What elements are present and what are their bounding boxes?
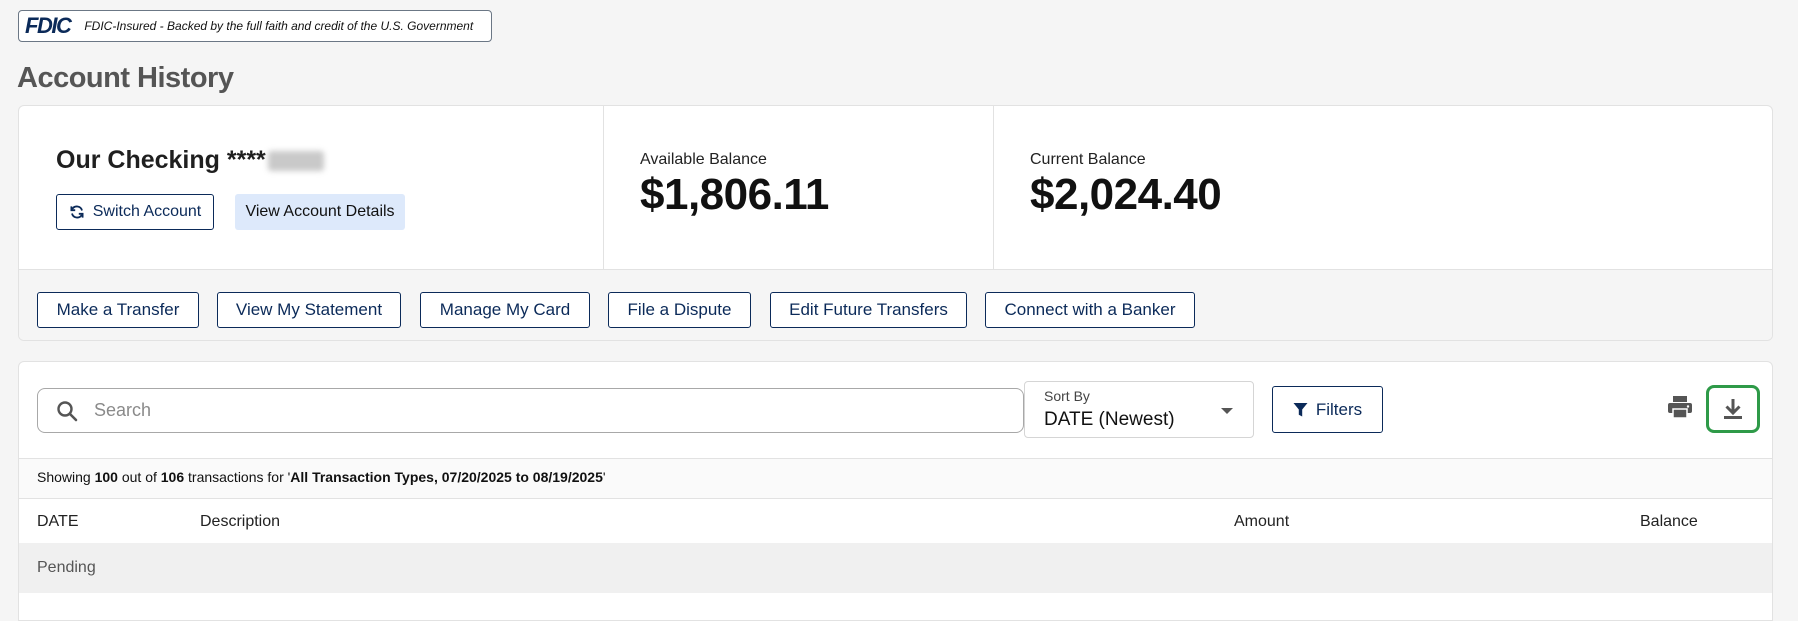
download-icon	[1724, 399, 1742, 419]
switch-account-label: Switch Account	[92, 203, 202, 220]
masked-account-number	[267, 151, 324, 172]
sort-select[interactable]: Sort By DATE (Newest)	[1024, 381, 1254, 438]
refresh-icon	[70, 205, 84, 219]
search-input[interactable]	[92, 399, 976, 422]
account-summary-card: Our Checking **** Switch Account View Ac…	[18, 105, 1773, 341]
make-transfer-button[interactable]: Make a Transfer	[37, 292, 199, 328]
summary-mid1: out of	[117, 469, 161, 485]
results-summary-row: Showing 100 out of 106 transactions for …	[19, 458, 1772, 499]
current-balance-label: Current Balance	[1030, 151, 1146, 168]
account-summary-top: Our Checking **** Switch Account View Ac…	[19, 106, 1772, 269]
search-icon	[57, 400, 78, 421]
filter-icon	[1293, 402, 1308, 416]
available-balance-value: $1,806.11	[640, 170, 829, 219]
summary-criteria: All Transaction Types, 07/20/2025 to 08/…	[290, 469, 603, 485]
caret-down-icon	[1221, 408, 1233, 414]
account-name-text: Our Checking ****	[56, 146, 266, 174]
pending-group-row: Pending	[19, 543, 1772, 593]
column-divider	[993, 106, 994, 269]
sort-label: Sort By	[1044, 388, 1090, 404]
print-button[interactable]	[1667, 395, 1693, 424]
pending-group-label: Pending	[37, 559, 96, 576]
column-header-balance[interactable]: Balance	[1640, 513, 1698, 531]
results-summary: Showing 100 out of 106 transactions for …	[37, 469, 606, 485]
column-header-description[interactable]: Description	[200, 513, 280, 531]
fdic-banner: FDIC FDIC-Insured - Backed by the full f…	[18, 10, 492, 42]
download-button[interactable]	[1706, 385, 1760, 433]
account-name: Our Checking ****	[56, 146, 324, 175]
fdic-text: FDIC-Insured - Backed by the full faith …	[84, 19, 474, 33]
printer-icon	[1668, 396, 1692, 419]
column-header-date[interactable]: DATE	[37, 513, 78, 531]
available-balance-label: Available Balance	[640, 151, 767, 168]
view-account-details-button[interactable]: View Account Details	[235, 194, 405, 230]
connect-banker-button[interactable]: Connect with a Banker	[985, 292, 1195, 328]
summary-suffix: '	[602, 469, 606, 485]
manage-card-button[interactable]: Manage My Card	[420, 292, 590, 328]
file-dispute-button[interactable]: File a Dispute	[608, 292, 751, 328]
fdic-logo: FDIC	[25, 13, 72, 38]
column-header-amount[interactable]: Amount	[1234, 513, 1289, 531]
transactions-table-header: DATE Description Amount Balance	[19, 498, 1772, 544]
search-box[interactable]	[37, 388, 1024, 433]
page-title: Account History	[17, 62, 234, 94]
edit-future-transfers-button[interactable]: Edit Future Transfers	[770, 292, 967, 328]
transactions-card: Sort By DATE (Newest) Filters Showing 10…	[18, 361, 1773, 621]
switch-account-button[interactable]: Switch Account	[56, 194, 214, 230]
summary-prefix: Showing	[37, 469, 95, 485]
column-divider	[603, 106, 604, 269]
summary-total-count: 106	[160, 469, 185, 485]
sort-value: DATE (Newest)	[1044, 409, 1175, 430]
view-statement-button[interactable]: View My Statement	[217, 292, 401, 328]
filters-label: Filters	[1315, 399, 1363, 419]
current-balance-value: $2,024.40	[1030, 170, 1222, 219]
summary-shown-count: 100	[94, 469, 118, 485]
filters-button[interactable]: Filters	[1272, 386, 1383, 433]
summary-mid2: transactions for '	[184, 469, 291, 485]
account-actions-bar: Make a Transfer View My Statement Manage…	[19, 269, 1772, 340]
